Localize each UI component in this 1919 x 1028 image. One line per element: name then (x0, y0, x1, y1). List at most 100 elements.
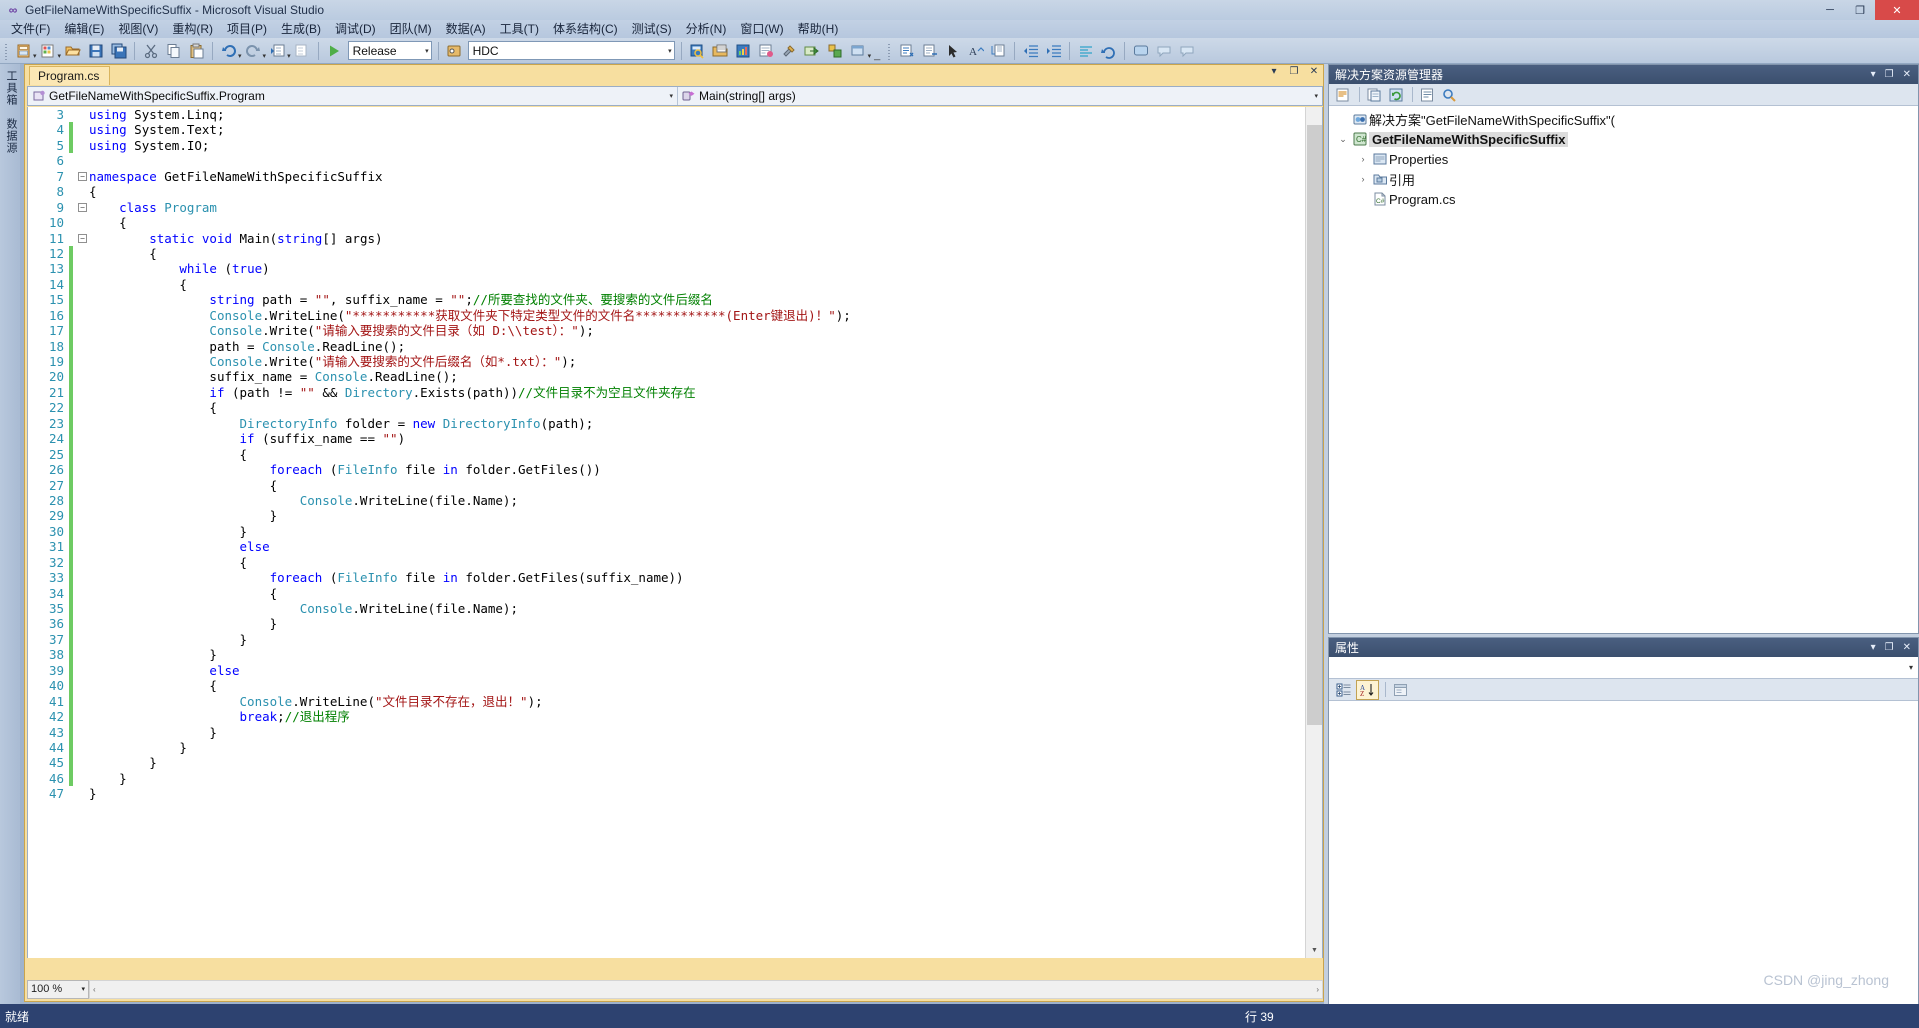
tab-program-cs[interactable]: Program.cs (29, 65, 111, 85)
window-list-icon[interactable] (848, 40, 869, 61)
code-line[interactable]: 27 { (28, 477, 1304, 493)
code-line[interactable]: 6 (28, 153, 1304, 168)
toolbar-grip[interactable] (3, 41, 10, 60)
menu-item-window[interactable]: 窗口(W) (733, 20, 790, 38)
fold-toggle-icon[interactable]: − (76, 233, 89, 243)
configuration-combo[interactable]: Release ▾ (347, 41, 432, 60)
code-line[interactable]: 4 using System.Text; (28, 122, 1304, 138)
code-line[interactable]: 11 − static void Main(string[] args) (28, 231, 1304, 246)
new-project-icon[interactable] (13, 40, 34, 61)
panel-pin-icon[interactable]: ❐ (1885, 69, 1894, 80)
code-line[interactable]: 30 } (28, 523, 1304, 540)
chevron-down-icon[interactable]: ▾ (669, 92, 673, 100)
properties-object-combo[interactable]: ▾ (1329, 657, 1918, 679)
chevron-down-icon[interactable]: ⌄ (1335, 134, 1351, 145)
property-pages-icon[interactable] (1390, 681, 1411, 699)
chevron-down-icon[interactable]: ▾ (81, 985, 85, 993)
open-file-icon[interactable] (62, 40, 83, 61)
sidebar-item-datasources[interactable]: 数据源 (0, 112, 22, 160)
code-line[interactable]: 15 string path = "", suffix_name = "";//… (28, 292, 1304, 308)
attach-to-process-icon[interactable] (444, 40, 465, 61)
toolbar-grip-2[interactable] (886, 41, 894, 60)
code-line[interactable]: 24 if (suffix_name == "") (28, 431, 1304, 447)
navigate-forward-icon[interactable] (292, 40, 313, 61)
tree-item[interactable]: C# Program.cs (1329, 189, 1918, 209)
view-designer-icon[interactable] (1439, 86, 1459, 104)
tree-item[interactable]: 解决方案"GetFileNameWithSpecificSuffix"( (1329, 109, 1918, 129)
tab-close-icon[interactable]: ✕ (1307, 66, 1321, 77)
type-navigation-combo[interactable]: GetFileNameWithSpecificSuffix.Program ▾ (28, 87, 678, 105)
paste-icon[interactable] (186, 40, 207, 61)
code-line[interactable]: 16 Console.WriteLine("***********获取文件夹下特… (28, 307, 1304, 324)
code-line[interactable]: 34 { (28, 585, 1304, 601)
menu-item-analyze[interactable]: 分析(N) (679, 20, 734, 38)
code-line[interactable]: 3 using System.Linq; (28, 107, 1304, 122)
properties-window-icon[interactable] (756, 40, 777, 61)
editor-vertical-scrollbar[interactable]: ▲ ▼ (1305, 107, 1322, 958)
editor-horizontal-scrollbar[interactable]: ‹ › (89, 979, 1323, 999)
code-line[interactable]: 12 { (28, 245, 1304, 262)
code-editor[interactable]: 3 using System.Linq; 4 using System.Text; 5 u… (27, 107, 1323, 958)
refresh-icon[interactable] (1386, 86, 1406, 104)
code-line[interactable]: 41 Console.WriteLine("文件目录不存在，退出！"); (28, 693, 1304, 710)
decrease-indent-icon[interactable] (1020, 40, 1041, 61)
copy-icon[interactable] (163, 40, 184, 61)
code-line[interactable]: 19 Console.Write("请输入要搜索的文件后缀名（如*.txt）："… (28, 354, 1304, 370)
comment-selection-icon[interactable] (896, 40, 917, 61)
tree-item[interactable]: ⌄ C# GetFileNameWithSpecificSuffix (1329, 129, 1918, 149)
code-line[interactable]: 13 while (true) (28, 261, 1304, 277)
alphabetical-sort-icon[interactable]: AZ (1356, 679, 1379, 700)
comment-balloon-icon[interactable] (1153, 40, 1174, 61)
code-line[interactable]: 43 } (28, 724, 1304, 740)
member-navigation-combo[interactable]: Main(string[] args) ▾ (678, 87, 1322, 105)
menu-item-help[interactable]: 帮助(H) (791, 20, 846, 38)
scroll-thumb[interactable] (1307, 125, 1322, 725)
code-line[interactable]: 36 } (28, 616, 1304, 632)
redo-icon[interactable] (243, 40, 264, 61)
zoom-control[interactable]: 100 % ▾ (27, 979, 89, 999)
minimize-button[interactable]: ─ (1815, 0, 1845, 20)
format-document-icon[interactable] (1075, 40, 1096, 61)
navigate-backward-icon[interactable] (267, 40, 288, 61)
panel-dropdown-icon[interactable]: ▾ (1871, 642, 1876, 653)
menu-item-view[interactable]: 视图(V) (111, 20, 165, 38)
comment-balloon2-icon[interactable] (1176, 40, 1197, 61)
scroll-right-button[interactable]: › (1316, 985, 1319, 994)
code-line[interactable]: 39 else (28, 662, 1304, 679)
menu-item-team[interactable]: 团队(M) (383, 20, 439, 38)
scroll-down-button[interactable]: ▼ (1306, 942, 1322, 958)
code-line[interactable]: 44 } (28, 739, 1304, 756)
menu-item-project[interactable]: 项目(P) (220, 20, 274, 38)
menu-item-file[interactable]: 文件(F) (4, 20, 57, 38)
close-button[interactable]: ✕ (1875, 0, 1919, 20)
code-line[interactable]: 8{ (28, 184, 1304, 199)
code-line[interactable]: 35 Console.WriteLine(file.Name); (28, 601, 1304, 617)
maximize-button[interactable]: ❐ (1845, 0, 1875, 20)
start-debug-icon[interactable] (324, 40, 345, 61)
fold-toggle-icon[interactable]: − (76, 202, 89, 212)
chevron-right-icon[interactable]: › (1355, 154, 1371, 164)
code-line[interactable]: 40 { (28, 678, 1304, 694)
menu-item-build[interactable]: 生成(B) (274, 20, 328, 38)
step-into-icon[interactable] (802, 40, 823, 61)
fold-toggle-icon[interactable]: − (76, 171, 89, 181)
solution-explorer-icon[interactable] (710, 40, 731, 61)
menu-item-tools[interactable]: 工具(T) (493, 20, 546, 38)
undo-format-icon[interactable] (1098, 40, 1119, 61)
code-line[interactable]: 45 } (28, 755, 1304, 771)
code-line[interactable]: 10 { (28, 215, 1304, 230)
tab-dropdown-icon[interactable]: ▾ (1267, 66, 1281, 77)
code-line[interactable]: 22 { (28, 400, 1304, 416)
code-line[interactable]: 9 − class Program (28, 200, 1304, 215)
code-line[interactable]: 21 if (path != "" && Directory.Exists(pa… (28, 384, 1304, 401)
code-line[interactable]: 7 − namespace GetFileNameWithSpecificSuffi… (28, 169, 1304, 184)
view-code-icon[interactable] (1417, 86, 1437, 104)
toolbar-overflow-icon[interactable]: _ (874, 49, 880, 63)
menu-item-architecture[interactable]: 体系结构(C) (546, 20, 625, 38)
object-browser-icon[interactable] (825, 40, 846, 61)
code-line[interactable]: 42 break;//退出程序 (28, 709, 1304, 725)
chevron-down-icon[interactable]: ▾ (1909, 663, 1913, 672)
save-all-icon[interactable] (108, 40, 129, 61)
properties-icon[interactable] (1333, 86, 1353, 104)
new-item-icon[interactable] (38, 40, 59, 61)
